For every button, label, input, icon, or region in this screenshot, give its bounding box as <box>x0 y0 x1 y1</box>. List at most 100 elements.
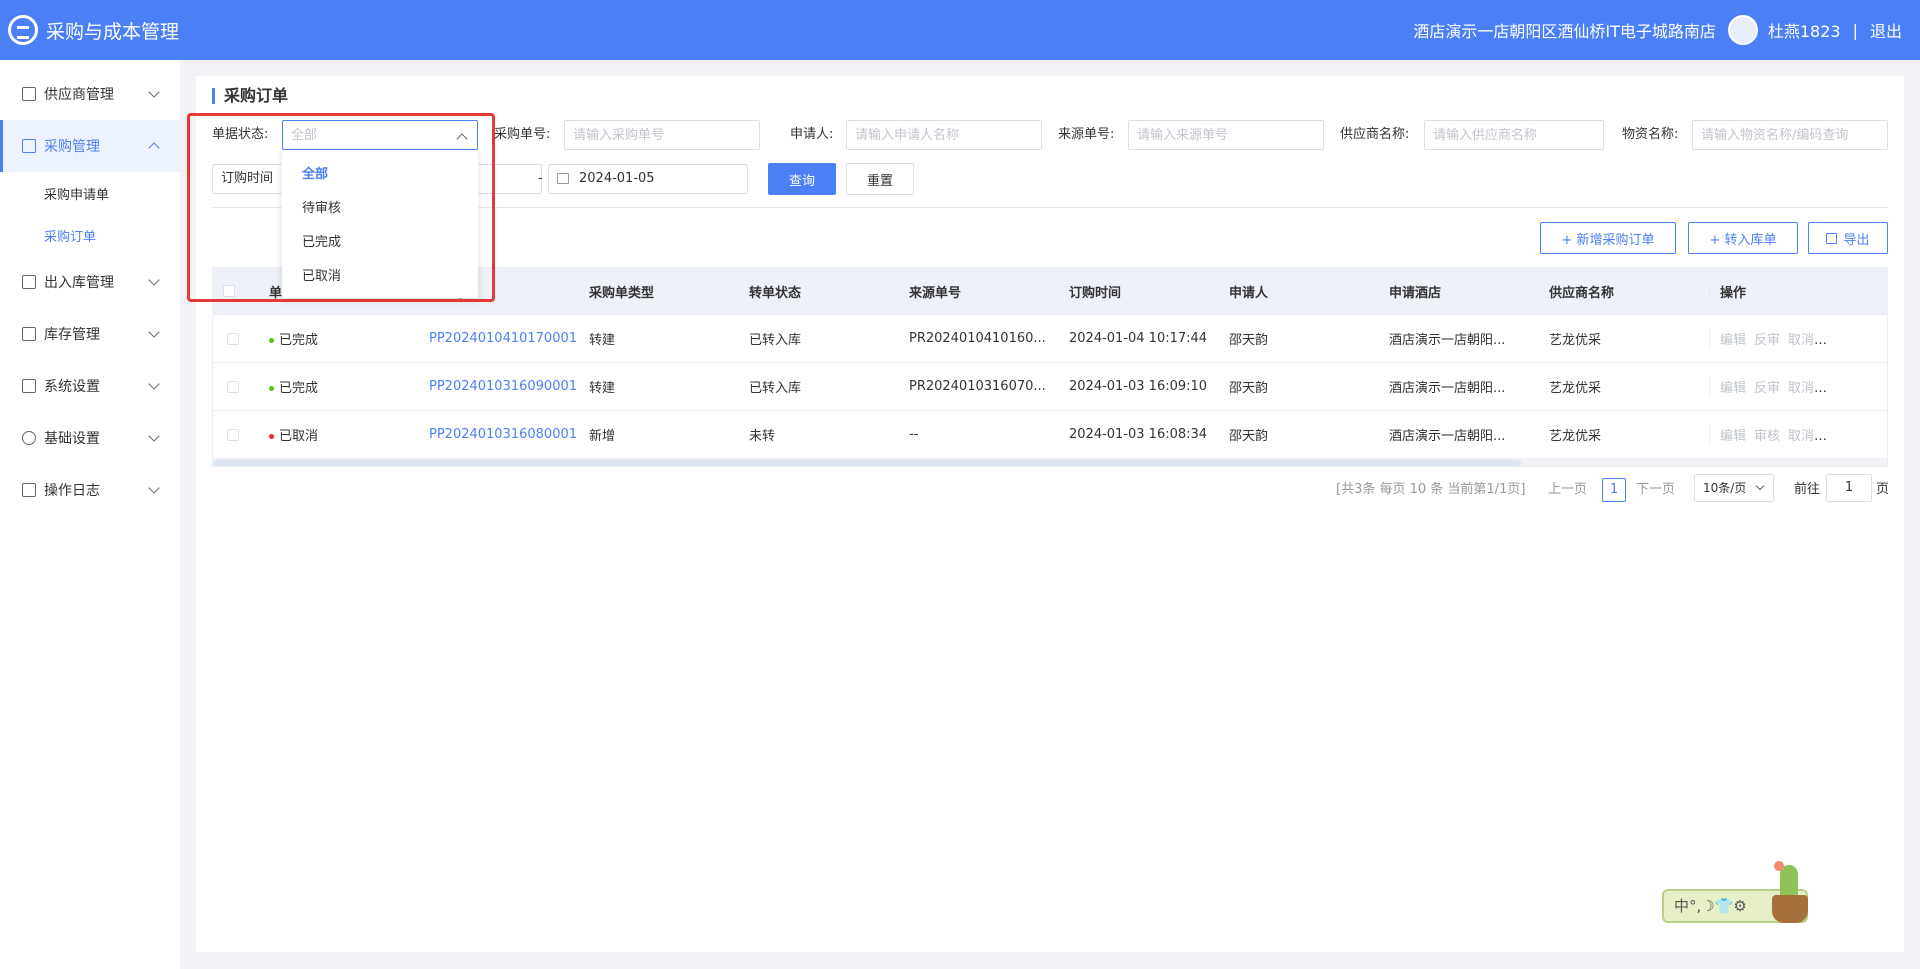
po-no-link[interactable]: PP2024010316080001 <box>429 427 589 442</box>
calendar-icon <box>557 173 569 184</box>
row-checkbox[interactable] <box>227 380 239 393</box>
po-no-label: 采购单号: <box>494 127 551 142</box>
header-separator: | <box>1852 20 1858 40</box>
sidebar-item-label: 采购管理 <box>44 139 100 155</box>
chevron-down-icon <box>148 326 160 338</box>
sidebar-item-basic-settings[interactable]: 基础设置 <box>0 412 180 464</box>
po-no-input[interactable] <box>564 120 760 150</box>
hotel-cell: 酒店演示一店朝阳... <box>1389 381 1506 396</box>
ime-widget[interactable]: 中°,☽👕⚙ <box>1662 861 1812 925</box>
scrollbar-thumb[interactable] <box>213 460 1521 466</box>
header-user-area: 酒店演示一店朝阳区酒仙桥IT电子城路南店 杜燕1823 | 退出 <box>1413 15 1902 45</box>
export-button[interactable]: 导出 <box>1808 222 1888 254</box>
purchase-icon <box>22 139 36 153</box>
log-icon <box>22 483 36 497</box>
sidebar-item-label: 供应商管理 <box>44 87 114 103</box>
page-suffix: 页 <box>1876 482 1890 497</box>
logout-link[interactable]: 退出 <box>1870 18 1902 42</box>
source-cell: -- <box>909 427 919 442</box>
col-hotel: 申请酒店 <box>1389 285 1442 301</box>
col-transfer: 转单状态 <box>749 285 802 301</box>
audit-link[interactable]: 审核 <box>1754 429 1780 444</box>
edit-link[interactable]: 编辑 <box>1720 381 1746 396</box>
store-name[interactable]: 酒店演示一店朝阳区酒仙桥IT电子城路南店 <box>1413 18 1716 42</box>
goto-label: 前往 <box>1794 482 1821 497</box>
time-cell: 2024-01-03 16:08:34 <box>1069 427 1208 442</box>
table-row: 已完成 PP2024010410170001 转建 已转入库 PR2024010… <box>213 314 1887 362</box>
logo-icon <box>8 15 38 45</box>
app-title: 采购与成本管理 <box>46 20 180 43</box>
sidebar-item-inventory[interactable]: 库存管理 <box>0 308 180 360</box>
date-end-input[interactable]: 2024-01-05 <box>548 164 748 194</box>
gear-icon <box>22 431 36 445</box>
row-checkbox[interactable] <box>227 428 239 441</box>
row-checkbox[interactable] <box>227 332 239 345</box>
chevron-down-icon <box>148 274 160 286</box>
page-1-button[interactable]: 1 <box>1602 478 1626 502</box>
avatar[interactable] <box>1727 15 1758 45</box>
chevron-down-icon <box>148 482 160 494</box>
page-size-select[interactable]: 10条/页 <box>1694 474 1774 502</box>
user-name[interactable]: 杜燕1823 <box>1768 18 1841 42</box>
sidebar-item-supplier[interactable]: 供应商管理 <box>0 68 180 120</box>
date-end-value: 2024-01-05 <box>579 171 655 186</box>
col-applicant: 申请人 <box>1229 285 1269 301</box>
page-size-value: 10条/页 <box>1703 481 1747 495</box>
material-input[interactable] <box>1692 120 1888 150</box>
prev-page-button[interactable]: 上一页 <box>1548 478 1587 502</box>
source-cell: PR2024010410160... <box>909 331 1046 346</box>
po-no-link[interactable]: PP2024010316090001 <box>429 379 589 394</box>
hotel-cell: 酒店演示一店朝阳... <box>1389 333 1506 348</box>
new-po-button[interactable]: + 新增采购订单 <box>1540 222 1676 254</box>
applicant-cell: 邵天韵 <box>1229 333 1269 348</box>
transfer-cell: 未转 <box>749 429 776 444</box>
supplier-cell: 艺龙优采 <box>1549 381 1602 396</box>
applicant-input[interactable] <box>846 120 1042 150</box>
cancel-link[interactable]: 取消 <box>1788 381 1814 396</box>
sidebar-subitem-purchase-order[interactable]: 采购订单 <box>0 214 180 256</box>
reverse-audit-link[interactable]: 反审 <box>1754 333 1780 348</box>
sidebar-item-system-settings[interactable]: 系统设置 <box>0 360 180 412</box>
sidebar-item-operation-log[interactable]: 操作日志 <box>0 464 180 516</box>
status-dot <box>269 338 274 343</box>
reset-button[interactable]: 重置 <box>846 163 914 195</box>
sidebar-item-warehouse-io[interactable]: 出入库管理 <box>0 256 180 308</box>
status-dot <box>269 386 274 391</box>
status-cell: 已完成 <box>269 377 429 396</box>
supplier-cell: 艺龙优采 <box>1549 333 1602 348</box>
to-stock-button[interactable]: + 转入库单 <box>1688 222 1798 254</box>
next-page-button[interactable]: 下一页 <box>1636 478 1675 502</box>
type-cell: 新增 <box>589 429 616 444</box>
col-source: 来源单号 <box>909 285 962 301</box>
cancel-link[interactable]: 取消 <box>1788 333 1814 348</box>
query-button[interactable]: 查询 <box>768 163 836 195</box>
source-no-input[interactable] <box>1128 120 1324 150</box>
sidebar-item-purchase[interactable]: 采购管理 <box>0 120 180 172</box>
supplier-input[interactable] <box>1424 120 1604 150</box>
sidebar-item-label: 操作日志 <box>44 483 100 499</box>
ops-cell: 编辑 反审 取消 日志 <box>1709 329 1847 348</box>
table-horizontal-scrollbar[interactable] <box>213 458 1887 466</box>
po-no-link[interactable]: PP2024010410170001 <box>429 331 589 346</box>
pot-icon <box>1772 895 1808 923</box>
table-row: 已完成 PP2024010316090001 转建 已转入库 PR2024010… <box>213 362 1887 410</box>
reverse-audit-link[interactable]: 反审 <box>1754 381 1780 396</box>
supplier-label: 供应商名称: <box>1340 127 1410 142</box>
cancel-link[interactable]: 取消 <box>1788 429 1814 444</box>
app-logo: 采购与成本管理 <box>8 15 179 45</box>
supplier-icon <box>22 87 36 101</box>
source-cell: PR2024010316070... <box>909 379 1046 394</box>
edit-link[interactable]: 编辑 <box>1720 429 1746 444</box>
applicant-label: 申请人: <box>790 127 834 142</box>
page-title: 采购订单 <box>212 88 288 104</box>
sidebar-item-label: 出入库管理 <box>44 275 114 291</box>
settings-icon <box>22 379 36 393</box>
status-text: 已取消 <box>279 429 319 444</box>
sidebar-subitem-purchase-request[interactable]: 采购申请单 <box>0 172 180 214</box>
transfer-cell: 已转入库 <box>749 381 802 396</box>
ops-cell: 编辑 反审 取消 日志 <box>1709 377 1847 396</box>
supplier-cell: 艺龙优采 <box>1549 429 1602 444</box>
chevron-down-icon <box>148 430 160 442</box>
edit-link[interactable]: 编辑 <box>1720 333 1746 348</box>
goto-page-input[interactable]: 1 <box>1826 474 1872 502</box>
